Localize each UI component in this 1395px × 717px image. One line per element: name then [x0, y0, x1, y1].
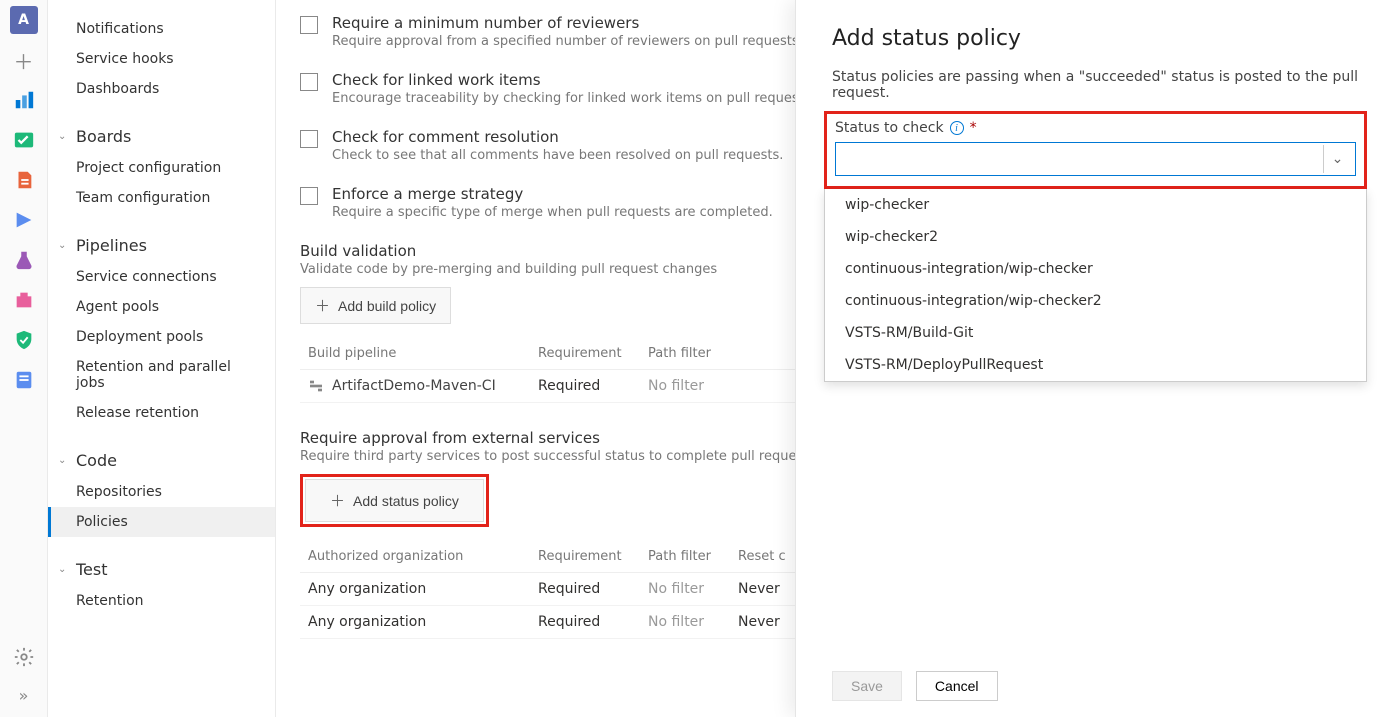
add-status-policy-button[interactable]: ＋ Add status policy [305, 479, 484, 522]
col-build-pipeline: Build pipeline [300, 338, 530, 370]
status-option[interactable]: continuous-integration/wip-checker2 [825, 285, 1366, 317]
plus-icon: ＋ [315, 295, 330, 316]
project-avatar[interactable]: A [10, 6, 38, 34]
policy-desc: Require a specific type of merge when pu… [332, 205, 773, 220]
cell-req: Required [530, 573, 640, 606]
status-option[interactable]: continuous-integration/wip-checker [825, 253, 1366, 285]
policy-linked-checkbox[interactable] [300, 73, 318, 91]
policy-title: Check for linked work items [332, 71, 815, 89]
nav-agent-pools[interactable]: Agent pools [48, 292, 275, 322]
nav-release-retention[interactable]: Release retention [48, 398, 275, 428]
nav-group-boards-label: Boards [76, 127, 131, 146]
policy-title: Enforce a merge strategy [332, 185, 773, 203]
status-to-check-label: Status to check i * [835, 120, 1356, 136]
add-status-policy-panel: Add status policy Status policies are pa… [795, 0, 1395, 717]
status-options-dropdown: wip-checker wip-checker2 continuous-inte… [824, 189, 1367, 382]
shield-icon[interactable] [10, 326, 38, 354]
nav-group-test[interactable]: ⌄Test [48, 553, 275, 586]
nav-test-retention[interactable]: Retention [48, 586, 275, 616]
cell-path: No filter [640, 573, 730, 606]
policy-desc: Encourage traceability by checking for l… [332, 91, 815, 106]
add-status-policy-highlight: ＋ Add status policy [300, 474, 489, 527]
external-desc-text: Require third party services to post suc… [300, 449, 823, 464]
panel-intro: Status policies are passing when a "succ… [832, 69, 1359, 101]
status-option[interactable]: VSTS-RM/DeployPullRequest [825, 349, 1366, 381]
chevron-down-icon: ⌄ [1323, 145, 1351, 173]
nav-dashboards[interactable]: Dashboards [48, 74, 275, 104]
settings-nav: Notifications Service hooks Dashboards ⌄… [48, 0, 276, 717]
col-path-filter: Path filter [640, 541, 730, 573]
nav-group-test-label: Test [76, 560, 108, 579]
nav-service-connections[interactable]: Service connections [48, 262, 275, 292]
status-field-highlight: Status to check i * ⌄ [824, 111, 1367, 189]
overview-icon[interactable] [10, 86, 38, 114]
nav-project-config[interactable]: Project configuration [48, 153, 275, 183]
policy-title: Require a minimum number of reviewers [332, 14, 803, 32]
info-icon[interactable]: i [950, 121, 964, 135]
policy-title: Check for comment resolution [332, 128, 783, 146]
plus-icon[interactable]: ＋ [10, 46, 38, 74]
status-label-text: Status to check [835, 120, 944, 136]
nav-repositories[interactable]: Repositories [48, 477, 275, 507]
boards-icon[interactable] [10, 126, 38, 154]
plus-icon: ＋ [330, 490, 345, 511]
col-requirement: Requirement [530, 541, 640, 573]
status-option[interactable]: VSTS-RM/Build-Git [825, 317, 1366, 349]
cell-requirement: Required [530, 370, 640, 403]
nav-service-hooks[interactable]: Service hooks [48, 44, 275, 74]
cell-org: Any organization [300, 573, 530, 606]
nav-deployment-pools[interactable]: Deployment pools [48, 322, 275, 352]
policy-comment-checkbox[interactable] [300, 130, 318, 148]
save-button[interactable]: Save [832, 671, 902, 701]
policy-min-reviewers-checkbox[interactable] [300, 16, 318, 34]
status-option[interactable]: wip-checker2 [825, 221, 1366, 253]
panel-title: Add status policy [832, 26, 1359, 51]
artifacts-icon[interactable] [10, 286, 38, 314]
add-status-policy-label: Add status policy [353, 493, 459, 509]
nav-retention-jobs[interactable]: Retention and parallel jobs [48, 352, 275, 398]
wiki-icon[interactable] [10, 366, 38, 394]
cancel-button[interactable]: Cancel [916, 671, 998, 701]
status-to-check-dropdown[interactable]: ⌄ [835, 142, 1356, 176]
test-plans-icon[interactable] [10, 246, 38, 274]
pipeline-name: ArtifactDemo-Maven-CI [332, 378, 496, 394]
cell-req: Required [530, 606, 640, 639]
nav-team-config[interactable]: Team configuration [48, 183, 275, 213]
nav-group-pipelines-label: Pipelines [76, 236, 147, 255]
nav-policies[interactable]: Policies [48, 507, 275, 537]
pipeline-icon [308, 378, 324, 394]
nav-notifications[interactable]: Notifications [48, 14, 275, 44]
add-build-policy-button[interactable]: ＋ Add build policy [300, 287, 451, 324]
nav-group-code-label: Code [76, 451, 117, 470]
policy-desc: Require approval from a specified number… [332, 34, 803, 49]
pipelines-icon[interactable] [10, 206, 38, 234]
policy-desc: Check to see that all comments have been… [332, 148, 783, 163]
add-build-policy-label: Add build policy [338, 298, 436, 314]
repos-icon[interactable] [10, 166, 38, 194]
policy-merge-checkbox[interactable] [300, 187, 318, 205]
cell-path: No filter [640, 606, 730, 639]
cell-org: Any organization [300, 606, 530, 639]
nav-group-code[interactable]: ⌄Code [48, 444, 275, 477]
nav-group-pipelines[interactable]: ⌄Pipelines [48, 229, 275, 262]
settings-gear-icon[interactable] [10, 643, 38, 671]
required-asterisk: * [970, 120, 977, 136]
status-option[interactable]: wip-checker [825, 189, 1366, 221]
icon-rail: A ＋ » [0, 0, 48, 717]
col-auth-org: Authorized organization [300, 541, 530, 573]
expand-icon[interactable]: » [10, 681, 38, 709]
col-requirement: Requirement [530, 338, 640, 370]
nav-group-boards[interactable]: ⌄Boards [48, 120, 275, 153]
